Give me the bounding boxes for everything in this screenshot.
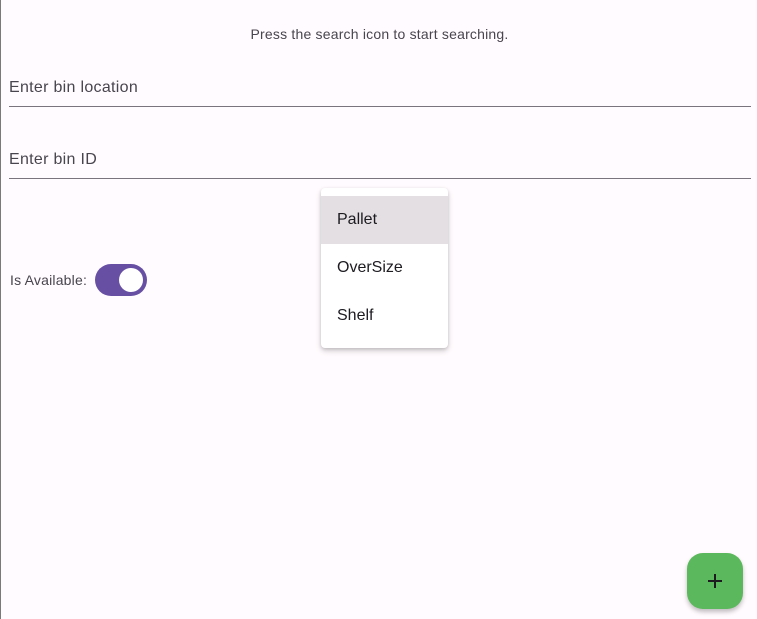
availability-toggle[interactable] [95,264,148,296]
search-hint-text: Press the search icon to start searching… [250,26,509,42]
bin-id-input[interactable] [9,142,751,178]
bin-type-dropdown-menu: Pallet OverSize Shelf [321,188,448,348]
toggle-thumb [119,268,144,292]
bin-id-field[interactable] [9,142,751,179]
bin-location-field[interactable] [9,70,751,107]
menu-item-label: Shelf [337,307,374,324]
menu-item-oversize[interactable]: OverSize [321,244,448,292]
add-icon [708,574,722,588]
menu-item-shelf[interactable]: Shelf [321,292,448,340]
menu-item-label: OverSize [337,259,403,276]
availability-row: Is Available: [10,264,148,296]
add-button[interactable] [687,553,743,609]
menu-item-pallet[interactable]: Pallet [321,196,448,244]
page: Press the search icon to start searching… [0,0,757,619]
menu-item-label: Pallet [337,211,378,228]
bin-location-input[interactable] [9,70,751,106]
availability-label: Is Available: [10,272,88,288]
